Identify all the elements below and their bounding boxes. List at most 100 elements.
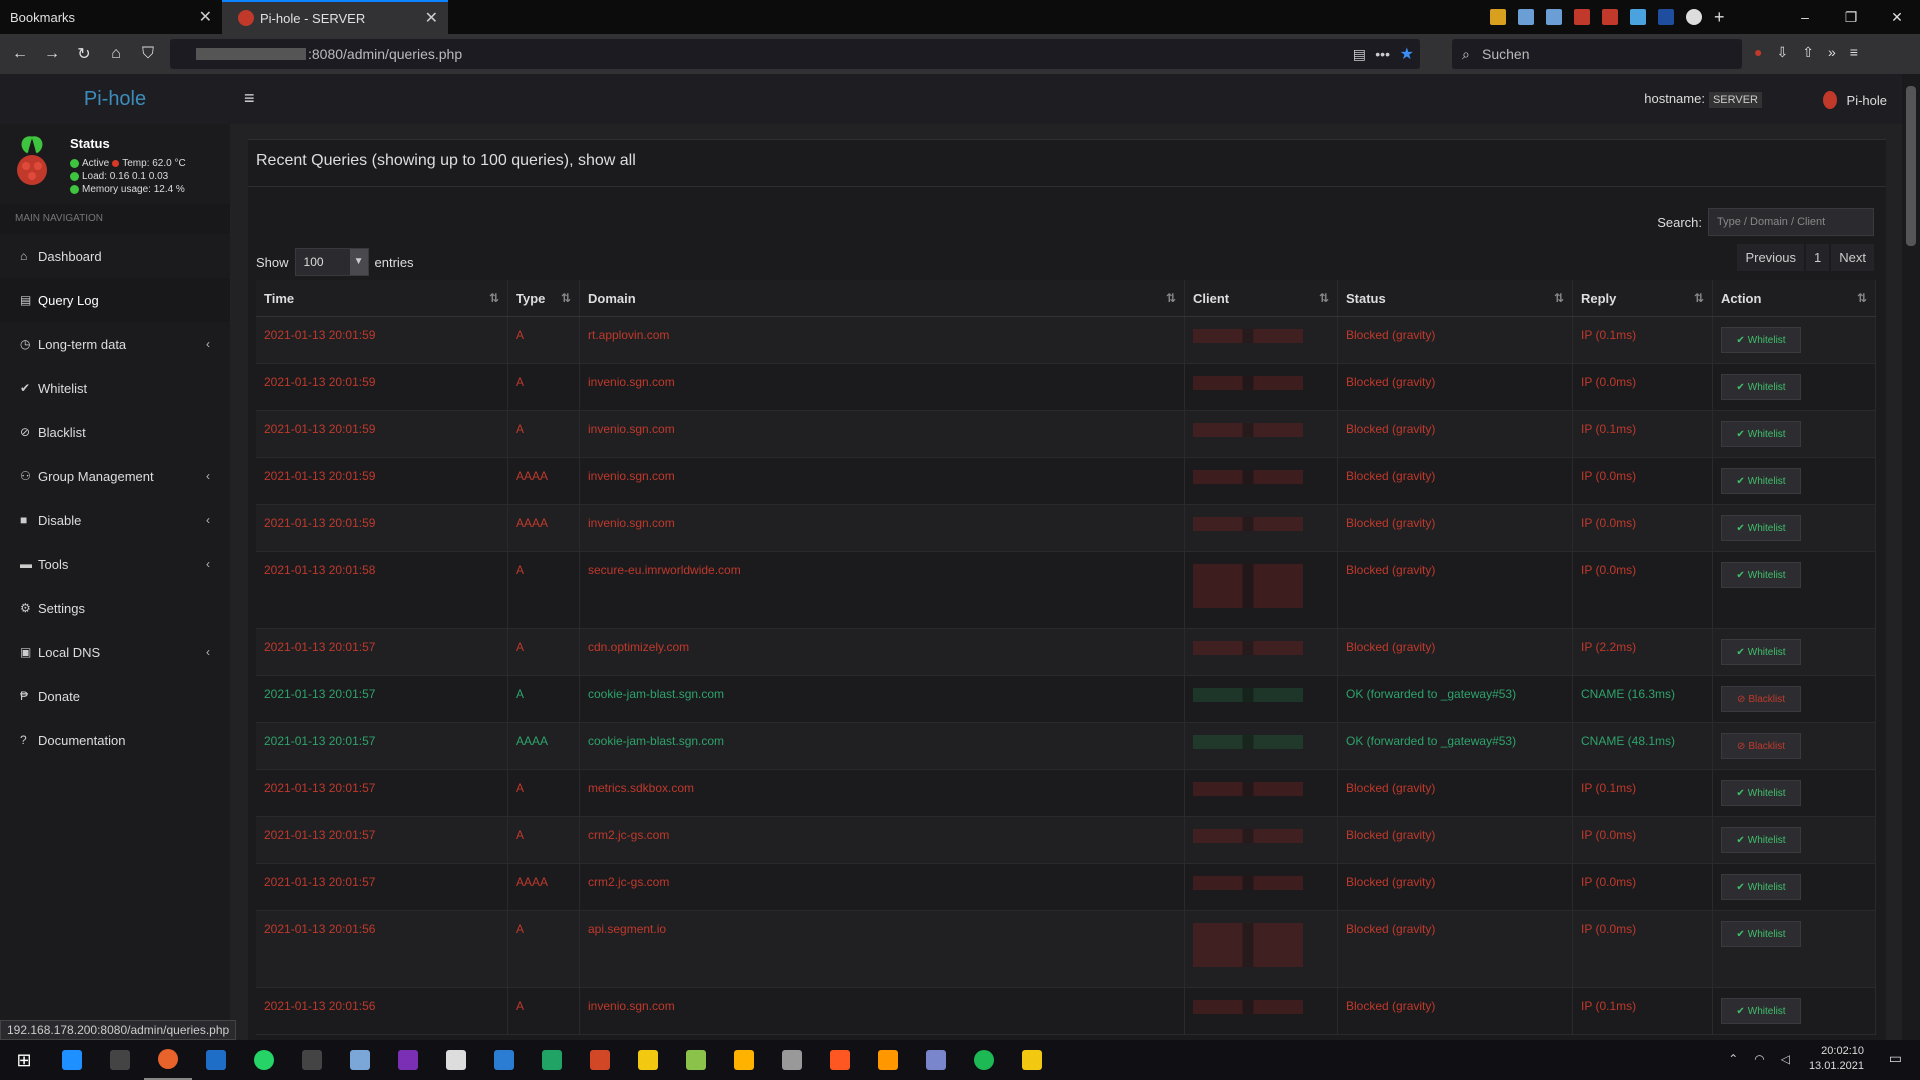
taskbar-app-icon[interactable] (144, 1040, 192, 1080)
blacklist-button[interactable]: ⊘ Blacklist (1721, 733, 1801, 759)
taskbar-app-icon[interactable] (576, 1040, 624, 1080)
taskbar-app-icon[interactable] (336, 1040, 384, 1080)
taskbar-app-icon[interactable] (672, 1040, 720, 1080)
taskbar-app-icon[interactable] (1008, 1040, 1056, 1080)
taskbar-app-icon[interactable] (720, 1040, 768, 1080)
column-header-status[interactable]: Status ⇅ (1338, 280, 1573, 316)
page-1-button[interactable]: 1 (1806, 244, 1830, 271)
extension-icon[interactable] (1658, 9, 1674, 25)
sidebar-item-dashboard[interactable]: ⌂ Dashboard (0, 234, 230, 278)
page-scrollbar[interactable] (1902, 74, 1920, 1046)
column-header-type[interactable]: Type ⇅ (508, 280, 580, 316)
whitelist-button[interactable]: ✔ Whitelist (1721, 468, 1801, 494)
sidebar-item-local-dns[interactable]: ▣ Local DNS ‹ (0, 630, 230, 674)
close-tab-icon[interactable]: ✕ (199, 7, 212, 27)
taskbar-app-icon[interactable] (912, 1040, 960, 1080)
download-icon[interactable]: ⇩ (1776, 44, 1788, 61)
previous-page-button[interactable]: Previous (1737, 244, 1805, 271)
browser-search-box[interactable]: ⌕ Suchen (1452, 39, 1742, 69)
bookmark-star-icon[interactable]: ★ (1400, 44, 1414, 64)
extension-icon[interactable] (1686, 9, 1702, 25)
taskbar-app-icon[interactable] (432, 1040, 480, 1080)
sidebar-toggle-icon[interactable]: ≡ (244, 88, 255, 109)
more-icon[interactable]: ••• (1375, 46, 1390, 62)
ublock-icon[interactable]: ● (1754, 44, 1762, 61)
sidebar-item-whitelist[interactable]: ✔ Whitelist (0, 366, 230, 410)
whitelist-button[interactable]: ✔ Whitelist (1721, 515, 1801, 541)
taskbar-app-icon[interactable] (816, 1040, 864, 1080)
taskbar-app-icon[interactable] (48, 1040, 96, 1080)
close-window-icon[interactable]: ✕ (1874, 0, 1920, 34)
column-header-time[interactable]: Time ⇅ (256, 280, 508, 316)
taskbar-app-icon[interactable] (864, 1040, 912, 1080)
new-tab-icon[interactable]: + (1714, 8, 1725, 26)
sidebar-item-settings[interactable]: ⚙ Settings (0, 586, 230, 630)
taskbar-app-icon[interactable] (480, 1040, 528, 1080)
shield-icon[interactable]: ⛉ (132, 45, 164, 63)
notification-icon[interactable]: ▭ (1889, 1050, 1902, 1067)
taskbar-app-icon[interactable] (192, 1040, 240, 1080)
whitelist-button[interactable]: ✔ Whitelist (1721, 921, 1801, 947)
column-header-domain[interactable]: Domain ⇅ (580, 280, 1185, 316)
sidebar-item-long-term-data[interactable]: ◷ Long-term data ‹ (0, 322, 230, 366)
scrollbar-thumb[interactable] (1906, 86, 1916, 246)
sidebar-item-documentation[interactable]: ? Documentation (0, 718, 230, 762)
taskbar-app-icon[interactable] (288, 1040, 336, 1080)
wifi-icon[interactable]: ◠ (1754, 1052, 1764, 1066)
whitelist-button[interactable]: ✔ Whitelist (1721, 374, 1801, 400)
sidebar-item-query-log[interactable]: ▤ Query Log (0, 278, 230, 322)
search-input[interactable]: Type / Domain / Client (1708, 208, 1874, 236)
reader-view-icon[interactable]: ▤ (1353, 46, 1366, 63)
url-bar[interactable]: :8080/admin/queries.php ▤ ••• ★ (170, 39, 1420, 69)
restore-icon[interactable]: ❐ (1828, 0, 1874, 34)
sidebar-item-disable[interactable]: ■ Disable ‹ (0, 498, 230, 542)
whitelist-button[interactable]: ✔ Whitelist (1721, 874, 1801, 900)
reload-icon[interactable]: ↻ (68, 44, 100, 64)
column-header-client[interactable]: Client ⇅ (1185, 280, 1338, 316)
forward-icon[interactable]: → (36, 45, 68, 63)
extension-icon[interactable] (1546, 9, 1562, 25)
column-header-action[interactable]: Action ⇅ (1713, 280, 1876, 316)
whitelist-button[interactable]: ✔ Whitelist (1721, 780, 1801, 806)
taskbar-app-icon[interactable] (624, 1040, 672, 1080)
start-button[interactable]: ⊞ (0, 1040, 48, 1080)
volume-icon[interactable]: ◁ (1781, 1052, 1790, 1066)
taskbar-app-icon[interactable] (960, 1040, 1008, 1080)
sidebar-item-blacklist[interactable]: ⊘ Blacklist (0, 410, 230, 454)
extension-icon[interactable] (1574, 9, 1590, 25)
user-menu[interactable]: Pi-hole (1822, 91, 1887, 109)
close-tab-icon[interactable]: ✕ (425, 8, 438, 28)
sidebar-item-tools[interactable]: ▬ Tools ‹ (0, 542, 230, 586)
sidebar-item-donate[interactable]: ₱ Donate (0, 674, 230, 718)
whitelist-button[interactable]: ✔ Whitelist (1721, 827, 1801, 853)
pihole-logo[interactable]: Pi-hole (0, 74, 230, 124)
overflow-icon[interactable]: » (1828, 44, 1836, 61)
whitelist-button[interactable]: ✔ Whitelist (1721, 327, 1801, 353)
next-page-button[interactable]: Next (1831, 244, 1874, 271)
back-icon[interactable]: ← (4, 45, 36, 63)
menu-icon[interactable]: ≡ (1850, 44, 1858, 61)
tab-pihole[interactable]: Pi-hole - SERVER ✕ (222, 0, 448, 34)
taskbar-app-icon[interactable] (768, 1040, 816, 1080)
whitelist-button[interactable]: ✔ Whitelist (1721, 998, 1801, 1024)
taskbar-app-icon[interactable] (96, 1040, 144, 1080)
extension-icon[interactable] (1518, 9, 1534, 25)
extension-icon[interactable] (1490, 9, 1506, 25)
column-header-reply[interactable]: Reply ⇅ (1573, 280, 1713, 316)
whitelist-button[interactable]: ✔ Whitelist (1721, 562, 1801, 588)
taskbar-app-icon[interactable] (528, 1040, 576, 1080)
library-icon[interactable]: ⇧ (1802, 44, 1814, 61)
tab-bookmarks[interactable]: Bookmarks ✕ (0, 0, 222, 34)
whitelist-button[interactable]: ✔ Whitelist (1721, 421, 1801, 447)
taskbar-clock[interactable]: 20:02:10 13.01.2021 (1809, 1044, 1864, 1074)
extension-icon[interactable] (1630, 9, 1646, 25)
blacklist-button[interactable]: ⊘ Blacklist (1721, 686, 1801, 712)
home-icon[interactable]: ⌂ (100, 45, 132, 63)
extension-icon[interactable] (1602, 9, 1618, 25)
minimize-icon[interactable]: – (1782, 0, 1828, 34)
taskbar-app-icon[interactable] (240, 1040, 288, 1080)
whitelist-button[interactable]: ✔ Whitelist (1721, 639, 1801, 665)
taskbar-app-icon[interactable] (384, 1040, 432, 1080)
tray-expand-icon[interactable]: ⌃ (1728, 1052, 1738, 1066)
entries-select[interactable]: 100 ▼ (294, 248, 369, 276)
